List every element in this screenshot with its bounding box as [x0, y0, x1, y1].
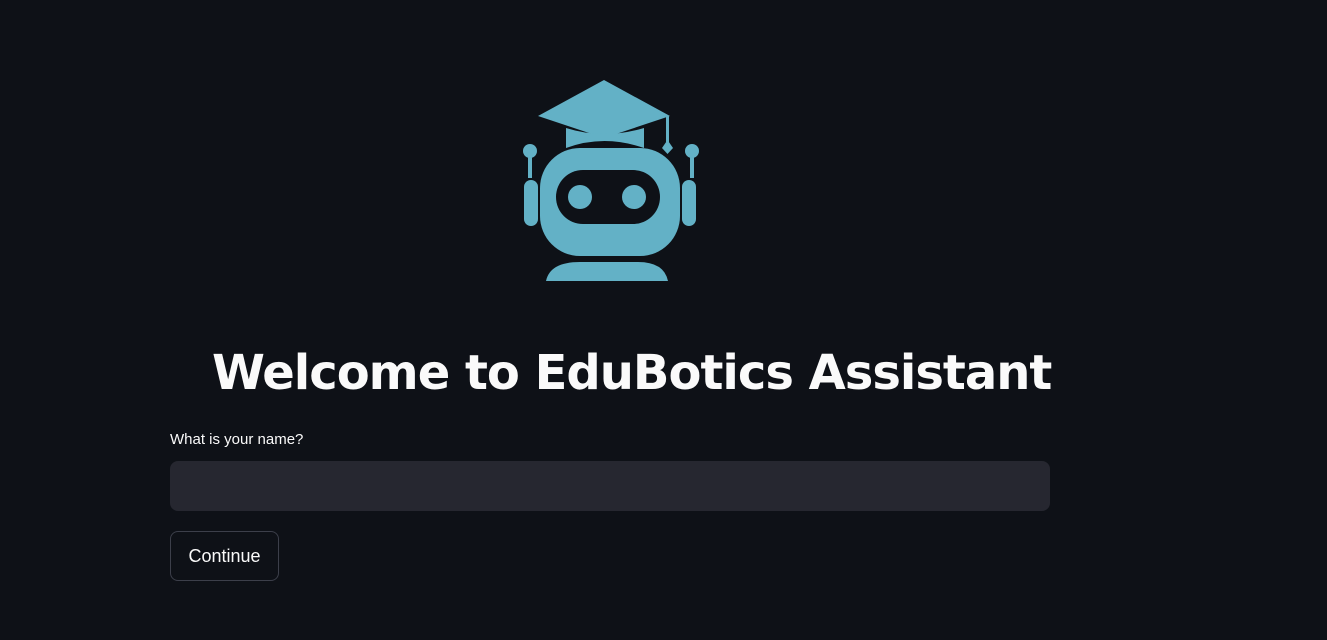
graduate-robot-icon — [523, 80, 699, 281]
continue-button[interactable]: Continue — [170, 531, 279, 581]
tassel-cord-shape — [666, 116, 669, 142]
name-input[interactable] — [170, 461, 1050, 511]
left-ear-shape — [524, 180, 538, 226]
left-antenna-tip-shape — [523, 144, 537, 158]
cap-board-shape — [538, 80, 670, 138]
right-ear-shape — [682, 180, 696, 226]
page-title: Welcome to EduBotics Assistant — [212, 345, 1052, 401]
name-field-label: What is your name? — [170, 431, 304, 448]
robot-left-eye-shape — [568, 185, 592, 209]
robot-body-shape — [546, 262, 668, 281]
right-antenna-tip-shape — [685, 144, 699, 158]
robot-right-eye-shape — [622, 185, 646, 209]
welcome-page: Welcome to EduBotics Assistant What is y… — [0, 0, 1327, 640]
tassel-end-shape — [662, 140, 673, 154]
